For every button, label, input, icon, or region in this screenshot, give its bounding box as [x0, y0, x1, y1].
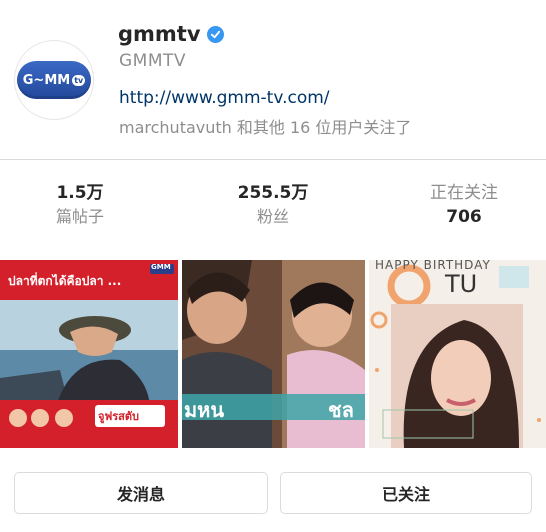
message-button[interactable]: 发消息 — [14, 472, 268, 514]
post-1-badge: GMM — [151, 263, 171, 271]
post-3-name: TU — [445, 270, 478, 298]
stat-following[interactable]: 正在关注 706 — [384, 181, 544, 229]
username-row: gmmtv — [118, 22, 224, 46]
followed-by-text[interactable]: marchutavuth 和其他 16 位用户关注了 — [119, 114, 411, 138]
following-count: 706 — [446, 207, 482, 227]
divider — [0, 159, 546, 160]
posts-label: 篇帖子 — [55, 207, 104, 226]
posts-count: 1.5万 — [56, 183, 104, 203]
post-thumbnail-3[interactable]: HAPPY BIRTHDAY TU — [369, 260, 546, 448]
logo-tv-text: tv — [72, 74, 86, 86]
stat-posts[interactable]: 1.5万 篇帖子 — [0, 181, 160, 229]
following-label: 正在关注 — [430, 183, 498, 203]
following-button[interactable]: 已关注 — [280, 472, 532, 514]
post-thumbnail-1[interactable]: ปลาที่ตกได้คือปลา ... GMM จูฟรสตับ — [0, 260, 178, 448]
post-thumbnail-2[interactable]: มหน ชล — [182, 260, 365, 448]
post-1-caption: ปลาที่ตกได้คือปลา ... — [8, 274, 122, 288]
post-1-logo: จูฟรสตับ — [98, 410, 139, 423]
logo-text: G~MM — [22, 72, 71, 88]
post-2-caption-left: มหน — [184, 398, 225, 422]
posts-grid: ปลาที่ตกได้คือปลา ... GMM จูฟรสตับ มหน ช… — [0, 260, 546, 448]
followers-count: 255.5万 — [237, 183, 309, 203]
verified-badge-icon — [206, 25, 224, 43]
post-2-caption-right: ชล — [328, 398, 354, 422]
profile-stats: 1.5万 篇帖子 255.5万 粉丝 正在关注 706 — [0, 181, 546, 237]
profile-header: G~MM tv gmmtv GMMTV http://www.gmm-tv.co… — [0, 0, 546, 160]
website-link[interactable]: http://www.gmm-tv.com/ — [119, 88, 330, 108]
username: gmmtv — [118, 22, 201, 46]
followers-label: 粉丝 — [256, 207, 289, 226]
avatar[interactable]: G~MM tv — [14, 40, 94, 120]
gmmtv-logo: G~MM tv — [17, 61, 91, 99]
stat-followers[interactable]: 255.5万 粉丝 — [193, 181, 353, 229]
full-name: GMMTV — [119, 51, 187, 71]
